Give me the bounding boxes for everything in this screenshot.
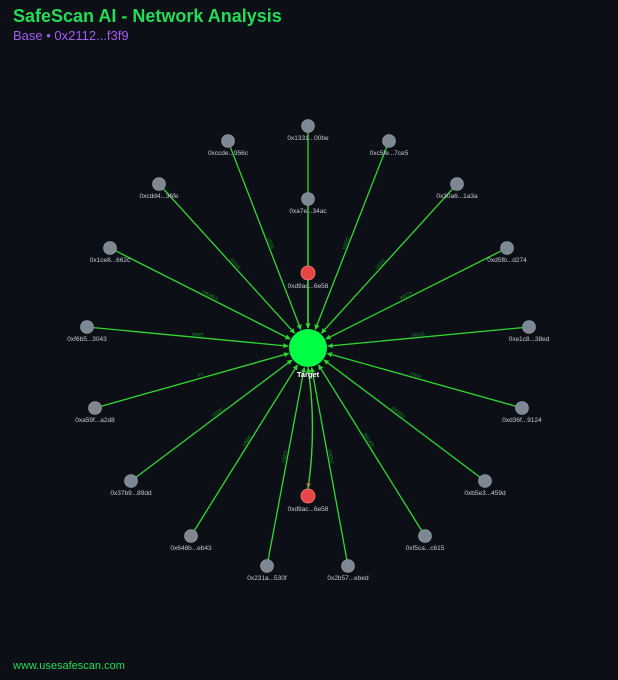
address-node-label: 0x2b57...ebed	[327, 575, 369, 582]
address-node-label: 0x30a6...1a3a	[436, 193, 478, 200]
address-node-label: 0xa7e...34ac	[289, 208, 327, 215]
transfer-edge	[193, 364, 298, 531]
address-node[interactable]	[260, 559, 274, 573]
transfer-edge	[309, 367, 348, 560]
address-node[interactable]	[88, 401, 102, 415]
address-node-label: 0xa59f...a2d8	[75, 417, 115, 424]
flagged-address-node[interactable]	[300, 265, 316, 281]
target-node[interactable]	[289, 329, 327, 367]
address-node-label: 0x1331...00be	[287, 135, 329, 142]
transfer-edge	[135, 359, 293, 478]
address-node-label: 0x1ce8...662c	[90, 257, 131, 264]
transfer-edge	[115, 250, 291, 340]
transfer-edge	[320, 188, 454, 334]
address-node[interactable]	[184, 529, 198, 543]
address-node[interactable]	[450, 177, 464, 191]
address-node-label: 0xd36f...9124	[502, 417, 542, 424]
address-node-label: 0xf6b5...3043	[67, 336, 107, 343]
network-graph: USDCUSDCWETHSOOSHIGHBASEDBASEDUSDbCUSDCU…	[67, 119, 550, 582]
address-node[interactable]	[301, 119, 315, 133]
address-node-label: 0xcdd4...36fe	[139, 193, 178, 200]
address-node[interactable]	[221, 134, 235, 148]
transfer-edge	[326, 352, 516, 407]
address-node[interactable]	[418, 529, 432, 543]
address-node[interactable]	[341, 559, 355, 573]
transfer-edge	[325, 250, 502, 340]
address-node[interactable]	[515, 401, 529, 415]
transfer-edge	[314, 146, 388, 330]
address-node-label: 0xd5fb...d274	[487, 257, 527, 264]
address-node-label: 0x231a...530f	[247, 575, 287, 582]
transfer-edge	[323, 359, 481, 478]
address-node[interactable]	[152, 177, 166, 191]
address-node[interactable]	[301, 192, 315, 206]
address-node[interactable]	[478, 474, 492, 488]
address-node[interactable]	[124, 474, 138, 488]
footer-url[interactable]: www.usesafescan.com	[13, 660, 125, 672]
address-node-label: 0xc5fe...7ce5	[370, 150, 409, 157]
transfer-edge	[318, 364, 423, 531]
address-node[interactable]	[522, 320, 536, 334]
target-node-label: Target	[297, 370, 320, 379]
address-node-label: 0x648b...eb43	[170, 545, 212, 552]
transfer-edge	[267, 367, 306, 560]
address-node[interactable]	[80, 320, 94, 334]
address-node[interactable]	[382, 134, 396, 148]
address-node-label: 0xe1c8...38ed	[509, 336, 550, 343]
transfer-edge	[327, 326, 523, 349]
address-node[interactable]	[103, 241, 117, 255]
address-node-label: 0xd9ac...6e58	[288, 506, 329, 513]
flagged-address-node[interactable]	[300, 488, 316, 504]
address-node-label: 0xf5ca...c615	[406, 545, 445, 552]
transfer-edge	[93, 326, 289, 349]
transfer-edge	[101, 352, 290, 407]
address-node-label: 0xccde...956c	[208, 150, 249, 157]
address-node-label: 0xd9ac...6e58	[288, 283, 329, 290]
address-node-label: 0x37b9...89dd	[110, 490, 152, 497]
address-node-label: 0xb5e3...459d	[464, 490, 506, 497]
transfer-edge	[306, 367, 314, 490]
address-node[interactable]	[500, 241, 514, 255]
